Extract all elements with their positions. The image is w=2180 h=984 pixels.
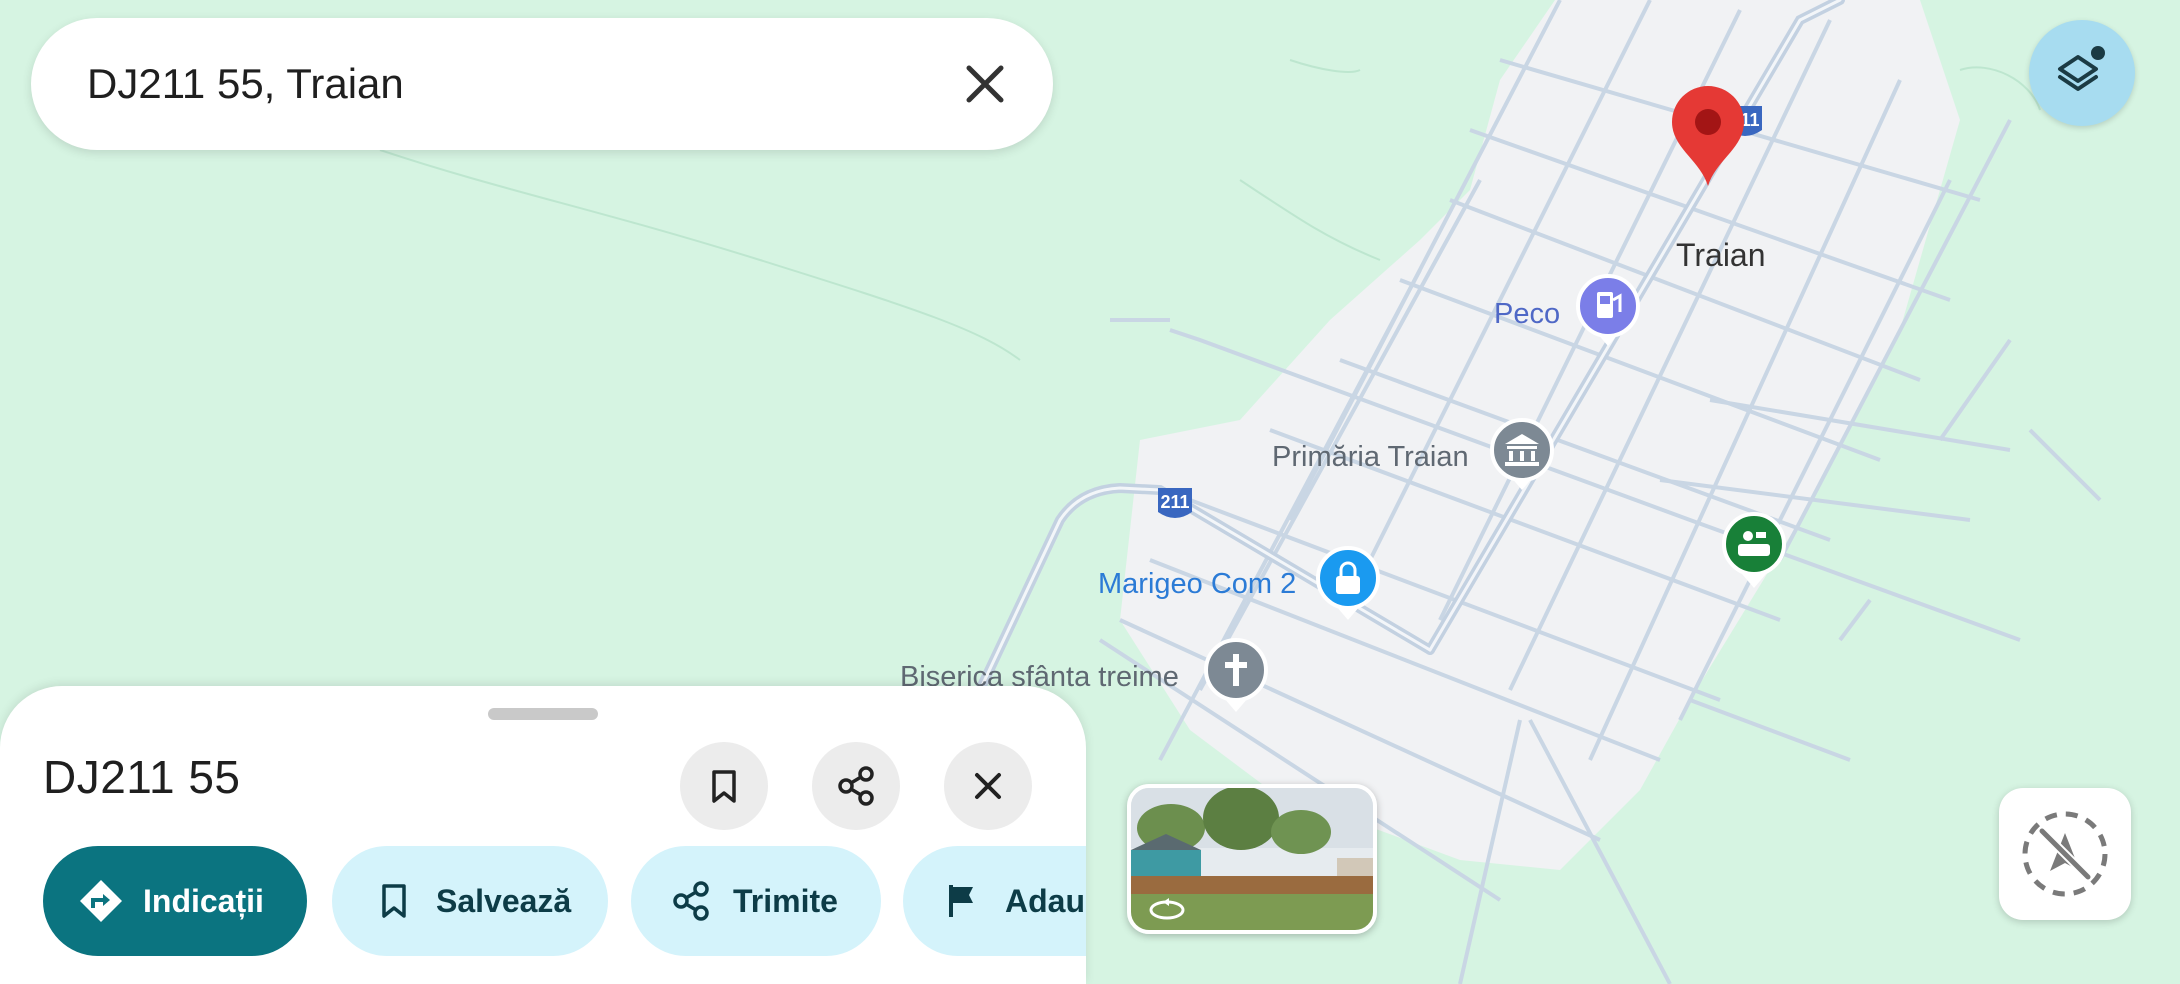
save-button[interactable]: Salvează [332, 846, 608, 956]
directions-label: Indicații [143, 882, 264, 919]
road-shield-label: 211 [1160, 492, 1189, 512]
poi-label-primaria[interactable]: Primăria Traian [1272, 441, 1469, 473]
layers-icon [2058, 46, 2105, 91]
directions-icon [80, 880, 122, 922]
search-bar[interactable]: DJ211 55, Traian [31, 18, 1053, 150]
add-label: Adaug [1005, 882, 1086, 919]
bookmark-icon [712, 770, 736, 803]
save-label: Salvează [436, 882, 572, 919]
share-action-button[interactable]: Trimite [631, 846, 881, 956]
street-view-image [1131, 788, 1373, 930]
layers-button[interactable] [2029, 20, 2135, 126]
town-label: Traian [1676, 237, 1766, 273]
road-shield: 211 [1158, 488, 1192, 518]
close-sheet-button[interactable] [944, 742, 1032, 830]
bookmark-button[interactable] [680, 742, 768, 830]
poi-label-marigeo[interactable]: Marigeo Com 2 [1098, 568, 1296, 600]
search-input[interactable]: DJ211 55, Traian [87, 60, 404, 108]
share-label: Trimite [733, 882, 838, 919]
close-icon [975, 773, 1001, 799]
location-disabled-icon [2022, 811, 2108, 897]
close-icon [966, 65, 1004, 103]
place-bottom-sheet[interactable]: DJ211 55 Indicații Salvează Trimite Adau [0, 686, 1086, 984]
bookmark-icon [382, 884, 406, 918]
share-icon [838, 766, 874, 806]
share-button[interactable] [812, 742, 900, 830]
directions-button[interactable]: Indicații [43, 846, 307, 956]
my-location-button[interactable] [1999, 788, 2131, 920]
street-view-thumbnail[interactable] [1127, 784, 1377, 934]
sheet-drag-handle[interactable] [488, 708, 598, 720]
add-label-button[interactable]: Adaug [903, 846, 1086, 956]
share-icon [673, 881, 709, 921]
poi-label-peco[interactable]: Peco [1494, 298, 1560, 330]
flag-icon [949, 885, 973, 917]
place-title: DJ211 55 [43, 751, 241, 803]
clear-search-button[interactable] [955, 54, 1015, 114]
